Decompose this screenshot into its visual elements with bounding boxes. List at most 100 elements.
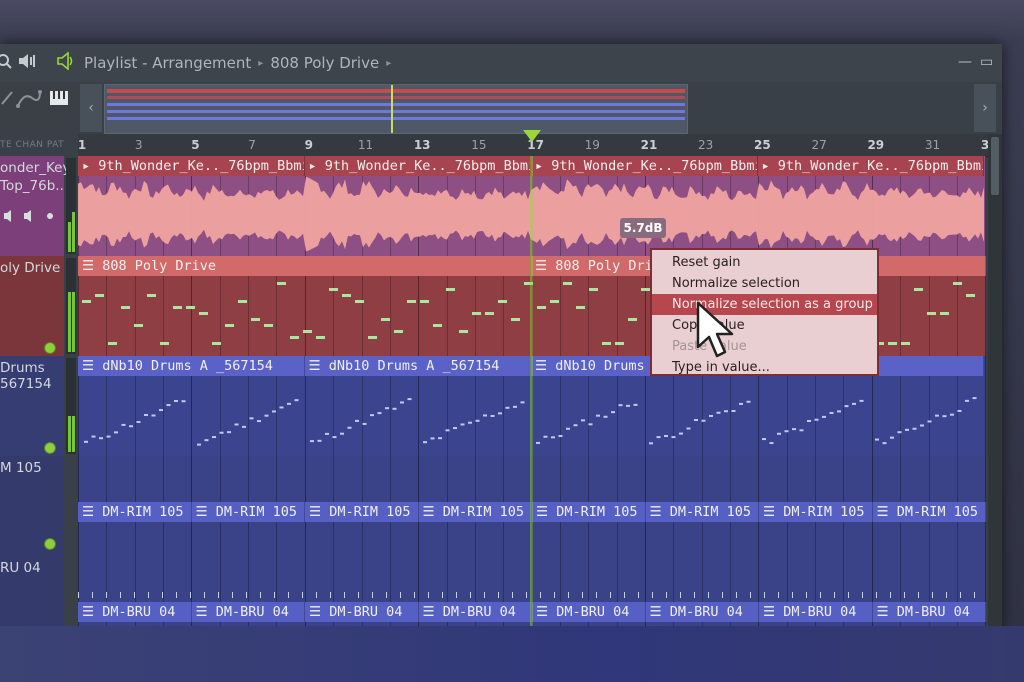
ruler-mark: 9: [304, 138, 313, 152]
step-marker: [470, 592, 471, 598]
step-marker: [554, 592, 555, 598]
speaker-green-icon[interactable]: [56, 51, 76, 74]
bru-clip[interactable]: ☰ DM-BRU 04: [759, 602, 873, 622]
step-marker: [92, 592, 93, 598]
overview-track-audio: [107, 89, 685, 93]
track-name: RU 04: [0, 560, 41, 576]
step-marker: [386, 592, 387, 598]
step-marker: [890, 592, 891, 598]
step-marker: [610, 592, 611, 598]
step-marker: [722, 592, 723, 598]
titlebar: Playlist - Arrangement ▸ 808 Poly Drive …: [0, 44, 1002, 82]
playhead-line: [530, 156, 533, 630]
bru-clip[interactable]: ☰ DM-BRU 04: [872, 602, 986, 622]
track-rec-icon[interactable]: [47, 213, 53, 219]
track-header-drums[interactable]: Drums 567154: [0, 356, 64, 456]
step-marker: [974, 592, 975, 598]
context-menu-item: Paste value: [672, 339, 747, 354]
context-menu-item[interactable]: Type in value...: [652, 357, 877, 378]
step-marker: [274, 592, 275, 598]
mouse-cursor-icon: [696, 301, 734, 358]
audio-clip[interactable]: ▸ 9th_Wonder_Ke.._76bpm_Bbmin: [78, 156, 305, 176]
gain-tooltip: 5.7dB: [620, 218, 666, 238]
step-marker: [134, 592, 135, 598]
rim-clip[interactable]: ☰ DM-RIM 105: [645, 502, 759, 522]
step-marker: [568, 592, 569, 598]
browser-tabs[interactable]: TE CHAN PAT: [0, 140, 64, 150]
search-icon[interactable]: [0, 53, 12, 73]
step-marker: [246, 592, 247, 598]
rim-clip[interactable]: ☰ DM-RIM 105: [872, 502, 986, 522]
step-marker: [638, 592, 639, 598]
bru-clip[interactable]: ☰ DM-BRU 04: [645, 602, 759, 622]
step-marker: [624, 592, 625, 598]
step-marker: [442, 592, 443, 598]
track-name: Drums: [0, 360, 45, 376]
step-marker: [414, 592, 415, 598]
minimize-button[interactable]: —: [958, 54, 972, 70]
draw-tool-icon[interactable]: [1, 91, 13, 105]
overview-playhead: [391, 85, 393, 133]
track-enable-indicator[interactable]: [44, 342, 56, 354]
overview-left-button[interactable]: ‹: [80, 84, 102, 132]
step-marker: [932, 592, 933, 598]
step-marker: [820, 592, 821, 598]
track-subname: 567154: [0, 376, 52, 392]
track-audio-icon[interactable]: [4, 210, 11, 222]
audio-clip[interactable]: ▸ 9th_Wonder_Ke.._76bpm_Bbmin: [304, 156, 531, 176]
poly-clip[interactable]: ☰ 808 Poly Drive: [78, 256, 531, 276]
bru-clip[interactable]: ☰ DM-BRU 04: [418, 602, 532, 622]
step-marker: [960, 592, 961, 598]
bru-clip[interactable]: ☰ DM-BRU 04: [305, 602, 419, 622]
arrangement-overview[interactable]: [104, 84, 688, 134]
ruler-mark: 3: [134, 138, 143, 152]
context-menu-item[interactable]: Copy value: [652, 315, 877, 336]
rim-clip[interactable]: ☰ DM-RIM 105: [191, 502, 305, 522]
restore-button[interactable]: ▭: [980, 54, 993, 70]
track-pan-icon[interactable]: [24, 210, 31, 222]
scroll-thumb[interactable]: [991, 137, 999, 195]
ruler-mark: 11: [357, 138, 374, 152]
bru-clip[interactable]: ☰ DM-BRU 04: [191, 602, 305, 622]
context-menu-item[interactable]: Normalize selection individually: [652, 273, 877, 312]
curve-tool-icon[interactable]: [16, 90, 42, 108]
track-header-rim[interactable]: M 105: [0, 456, 64, 556]
step-marker: [806, 592, 807, 598]
rim-clip[interactable]: ☰ DM-RIM 105: [418, 502, 532, 522]
track-enable-indicator[interactable]: [44, 442, 56, 454]
bru-clip[interactable]: ☰ DM-BRU 04: [78, 602, 192, 622]
vertical-scrollbar[interactable]: [988, 134, 1002, 630]
context-menu-item[interactable]: Reset gain: [652, 252, 877, 273]
pattern-selector[interactable]: 808 Poly Drive: [270, 54, 379, 72]
audio-clip[interactable]: ▸ 9th_Wonder_Ke.._76bpm_Bbmin: [531, 156, 758, 176]
audio-clip[interactable]: ▸ 9th_Wonder_Ke.._76bpm_Bbmin: [757, 156, 984, 176]
step-marker: [162, 592, 163, 598]
step-marker: [918, 592, 919, 598]
rim-clip[interactable]: ☰ DM-RIM 105: [305, 502, 419, 522]
rim-clip[interactable]: ☰ DM-RIM 105: [759, 502, 873, 522]
bru-clip[interactable]: ☰ DM-BRU 04: [532, 602, 646, 622]
drums-clip[interactable]: ☰ dNb10 Drums A _567154: [304, 356, 531, 376]
overview-track-rim: [107, 110, 685, 113]
rim-clip[interactable]: ☰ DM-RIM 105: [532, 502, 646, 522]
step-marker: [106, 592, 107, 598]
ruler-mark: 15: [471, 138, 487, 152]
overview-right-button[interactable]: ›: [974, 84, 996, 132]
ruler-mark: 13: [413, 138, 431, 152]
ruler-mark: 31: [924, 138, 941, 152]
step-marker: [876, 592, 877, 598]
rim-clip[interactable]: ☰ DM-RIM 105: [78, 502, 192, 522]
playhead-marker-icon[interactable]: [523, 130, 541, 142]
step-marker: [78, 592, 79, 598]
speaker-icon[interactable]: [18, 53, 36, 73]
track-header-poly[interactable]: oly Drive: [0, 256, 64, 356]
track-enable-indicator[interactable]: [44, 538, 56, 550]
step-marker: [778, 592, 779, 598]
pattern-arrow-icon[interactable]: ▸: [386, 58, 391, 69]
context-menu-item[interactable]: Normalize selection as a group: [652, 294, 877, 315]
track-header-bru[interactable]: RU 04: [0, 556, 64, 630]
track-header-audio[interactable]: onder_Key Top_76b..: [0, 156, 70, 296]
drums-clip[interactable]: ☰ dNb10 Drums A _567154: [78, 356, 305, 376]
piano-icon[interactable]: [50, 91, 68, 105]
step-marker: [330, 592, 331, 598]
